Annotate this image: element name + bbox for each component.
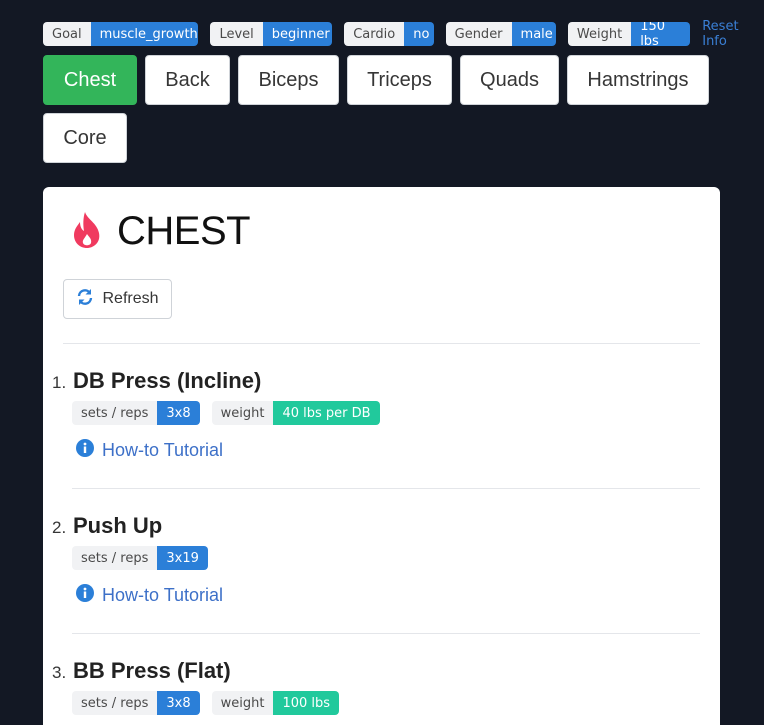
exercise-stats: sets / reps 3x19 xyxy=(72,546,702,570)
muscle-button-quads[interactable]: Quads xyxy=(460,55,559,105)
exercise-heading: 2. Push Up xyxy=(52,513,702,539)
workout-card: CHEST Refresh 1. DB Press (Incline) sets… xyxy=(43,187,720,725)
tag-cardio: Cardio no xyxy=(344,22,434,46)
refresh-button[interactable]: Refresh xyxy=(63,279,172,319)
exercise-item: 2. Push Up sets / reps 3x19 How-to Tutor… xyxy=(52,513,702,607)
tutorial-link[interactable]: How-to Tutorial xyxy=(76,439,702,462)
stat-key: sets / reps xyxy=(72,691,158,715)
tag-level: Level beginner xyxy=(210,22,333,46)
weight-tag: weight 40 lbs per DB xyxy=(211,401,380,425)
exercise-stats: sets / reps 3x8 weight 100 lbs xyxy=(72,691,702,715)
exercise-number: 3. xyxy=(52,663,67,682)
stat-key: weight xyxy=(211,691,274,715)
muscle-button-hamstrings[interactable]: Hamstrings xyxy=(567,55,709,105)
tag-key: Cardio xyxy=(344,22,405,46)
info-icon xyxy=(76,584,102,607)
fire-icon xyxy=(71,211,103,253)
stat-key: weight xyxy=(211,401,274,425)
tag-value: muscle_growth xyxy=(90,22,199,46)
exercise-stats: sets / reps 3x8 weight 40 lbs per DB xyxy=(72,401,702,425)
muscle-button-chest[interactable]: Chest xyxy=(43,55,137,105)
page-title: CHEST xyxy=(117,209,251,253)
tag-value: no xyxy=(404,22,434,46)
tag-value: male xyxy=(511,22,556,46)
divider xyxy=(72,633,700,634)
divider xyxy=(72,488,700,489)
exercise-name: Push Up xyxy=(73,513,163,538)
stat-value: 3x8 xyxy=(157,401,200,425)
muscle-button-triceps[interactable]: Triceps xyxy=(347,55,452,105)
exercise-item: 3. BB Press (Flat) sets / reps 3x8 weigh… xyxy=(52,658,702,715)
stat-value: 3x8 xyxy=(157,691,200,715)
exercise-item: 1. DB Press (Incline) sets / reps 3x8 we… xyxy=(52,368,702,462)
stat-value: 100 lbs xyxy=(273,691,340,715)
sets-reps-tag: sets / reps 3x8 xyxy=(72,691,200,715)
muscle-button-back[interactable]: Back xyxy=(145,55,230,105)
refresh-icon xyxy=(76,288,102,311)
tag-key: Level xyxy=(210,22,263,46)
sets-reps-tag: sets / reps 3x19 xyxy=(72,546,208,570)
muscle-button-biceps[interactable]: Biceps xyxy=(238,55,339,105)
stat-key: sets / reps xyxy=(72,401,158,425)
sets-reps-tag: sets / reps 3x8 xyxy=(72,401,200,425)
stat-value: 3x19 xyxy=(157,546,208,570)
profile-tags: Goal muscle_growth Level beginner Cardio… xyxy=(43,19,764,49)
info-icon xyxy=(76,439,102,462)
exercise-name: BB Press (Flat) xyxy=(73,658,231,683)
tag-weight: Weight 150 lbs xyxy=(567,22,691,46)
tutorial-label: How-to Tutorial xyxy=(102,585,224,605)
muscle-button-core[interactable]: Core xyxy=(43,113,127,163)
refresh-label: Refresh xyxy=(102,290,159,307)
tutorial-label: How-to Tutorial xyxy=(102,440,224,460)
exercise-number: 2. xyxy=(52,518,67,537)
exercise-heading: 1. DB Press (Incline) xyxy=(52,368,702,394)
card-header: CHEST xyxy=(71,209,251,254)
exercise-name: DB Press (Incline) xyxy=(73,368,262,393)
reset-info-link[interactable]: Reset Info xyxy=(702,19,764,49)
weight-tag: weight 100 lbs xyxy=(211,691,340,715)
stat-value: 40 lbs per DB xyxy=(273,401,380,425)
tag-gender: Gender male xyxy=(445,22,556,46)
tag-value: 150 lbs xyxy=(631,22,691,46)
tag-goal: Goal muscle_growth xyxy=(43,22,199,46)
exercise-number: 1. xyxy=(52,373,67,392)
divider xyxy=(63,343,700,344)
tag-key: Gender xyxy=(445,22,512,46)
tag-key: Weight xyxy=(567,22,632,46)
tag-value: beginner xyxy=(262,22,333,46)
exercise-heading: 3. BB Press (Flat) xyxy=(52,658,702,684)
tag-key: Goal xyxy=(43,22,91,46)
tutorial-link[interactable]: How-to Tutorial xyxy=(76,584,702,607)
stat-key: sets / reps xyxy=(72,546,158,570)
